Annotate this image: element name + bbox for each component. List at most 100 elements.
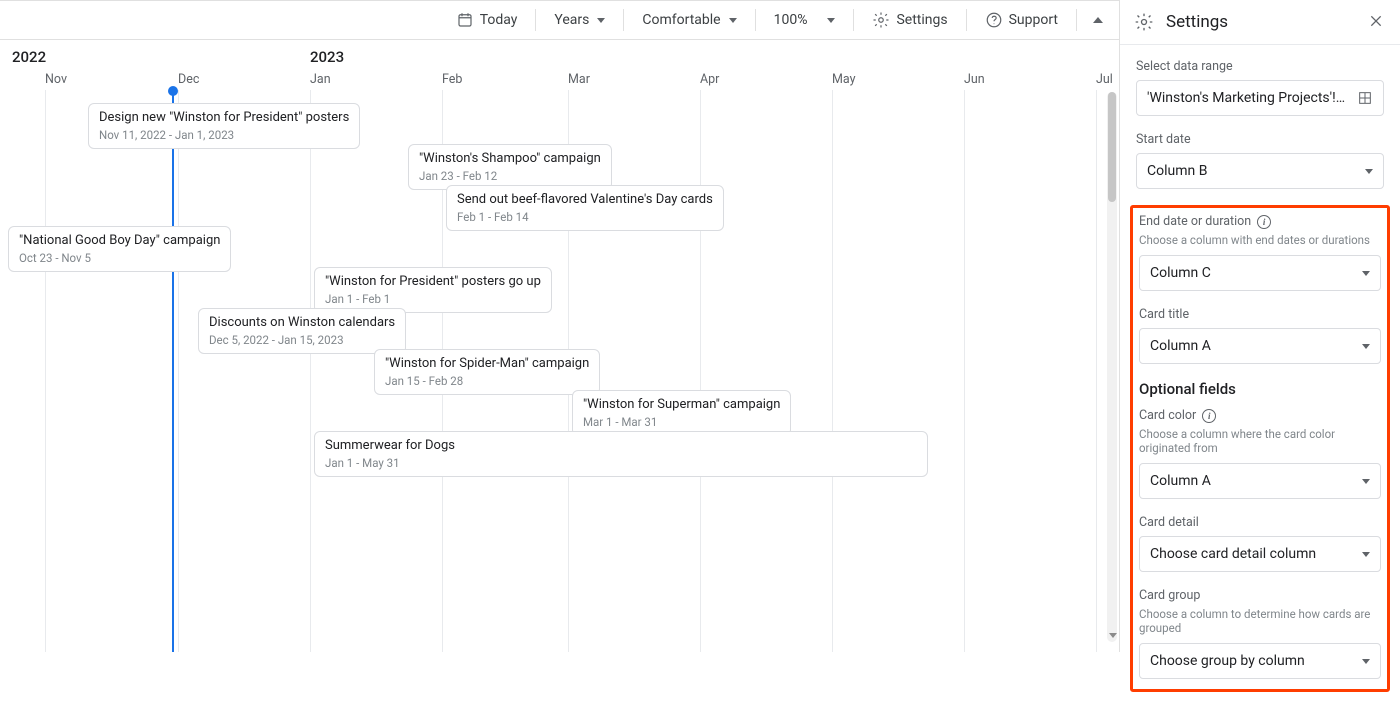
month-label: May bbox=[832, 72, 856, 87]
card-group-value: Choose group by column bbox=[1150, 653, 1305, 669]
card-color-label-text: Card color bbox=[1139, 408, 1196, 423]
card-title: "Winston for Spider-Man" campaign bbox=[385, 356, 589, 373]
info-icon[interactable] bbox=[1202, 409, 1216, 423]
info-icon[interactable] bbox=[1257, 215, 1271, 229]
toolbar-divider bbox=[623, 9, 624, 31]
calendar-today-icon bbox=[456, 11, 474, 29]
gridline bbox=[832, 90, 833, 652]
card-title: "Winston for Superman" campaign bbox=[583, 397, 780, 414]
settings-button[interactable]: Settings bbox=[862, 6, 957, 34]
card-dates: Jan 23 - Feb 12 bbox=[419, 169, 601, 184]
vertical-scrollbar[interactable] bbox=[1107, 92, 1117, 642]
caret-down-icon bbox=[1362, 659, 1370, 664]
data-range-input[interactable]: 'Winston's Marketing Projects'!A2: bbox=[1136, 80, 1384, 116]
caret-down-icon bbox=[1362, 552, 1370, 557]
gear-icon bbox=[1134, 12, 1154, 32]
timeline-card[interactable]: Summerwear for DogsJan 1 - May 31 bbox=[314, 431, 928, 477]
end-date-select[interactable]: Column C bbox=[1139, 255, 1381, 291]
timeline-card[interactable]: "Winston for Spider-Man" campaignJan 15 … bbox=[374, 349, 600, 395]
end-date-label: End date or duration bbox=[1139, 214, 1381, 229]
end-date-value: Column C bbox=[1150, 265, 1211, 281]
collapse-button[interactable] bbox=[1085, 6, 1111, 34]
card-group-field: Card group Choose a column to determine … bbox=[1139, 588, 1381, 679]
caret-down-icon bbox=[1362, 344, 1370, 349]
today-button[interactable]: Today bbox=[446, 6, 528, 34]
card-detail-select[interactable]: Choose card detail column bbox=[1139, 536, 1381, 572]
toolbar-divider bbox=[853, 9, 854, 31]
start-date-label: Start date bbox=[1136, 132, 1384, 147]
highlighted-settings-region: End date or duration Choose a column wit… bbox=[1130, 205, 1390, 692]
settings-label: Settings bbox=[896, 12, 947, 28]
month-label: Mar bbox=[568, 72, 590, 87]
card-title-field: Card title Column A bbox=[1139, 307, 1381, 364]
timeline-card[interactable]: Design new "Winston for President" poste… bbox=[88, 103, 360, 149]
close-button[interactable] bbox=[1368, 12, 1384, 32]
settings-header: Settings bbox=[1120, 0, 1400, 45]
card-dates: Dec 5, 2022 - Jan 15, 2023 bbox=[209, 333, 395, 348]
caret-down-icon bbox=[1365, 169, 1373, 174]
end-date-label-text: End date or duration bbox=[1139, 214, 1251, 229]
data-range-value: 'Winston's Marketing Projects'!A2: bbox=[1147, 90, 1349, 106]
scroll-thumb[interactable] bbox=[1108, 92, 1116, 202]
card-title: Design new "Winston for President" poste… bbox=[99, 110, 349, 127]
settings-title: Settings bbox=[1166, 12, 1356, 32]
month-label: Nov bbox=[45, 72, 67, 87]
month-label: Feb bbox=[442, 72, 462, 87]
timeline-card[interactable]: Send out beef-flavored Valentine's Day c… bbox=[446, 185, 724, 231]
help-icon bbox=[985, 11, 1003, 29]
density-select[interactable]: Comfortable bbox=[632, 6, 746, 34]
toolbar-divider bbox=[535, 9, 536, 31]
current-date-line bbox=[172, 90, 174, 652]
current-date-dot bbox=[168, 86, 178, 96]
close-icon bbox=[1368, 13, 1384, 29]
density-label: Comfortable bbox=[642, 12, 720, 28]
scroll-down-arrow-icon[interactable] bbox=[1109, 633, 1117, 639]
data-range-field: Select data range 'Winston's Marketing P… bbox=[1136, 59, 1384, 116]
card-dates: Mar 1 - Mar 31 bbox=[583, 415, 780, 430]
timeline-card[interactable]: "National Good Boy Day" campaignOct 23 -… bbox=[8, 226, 231, 272]
card-color-select[interactable]: Column A bbox=[1139, 463, 1381, 499]
timeline-view: 20222023 NovDecJanFebMarAprMayJunJul Des… bbox=[0, 40, 1119, 652]
gear-icon bbox=[872, 11, 890, 29]
timeline-card[interactable]: "Winston for Superman" campaignMar 1 - M… bbox=[572, 390, 791, 436]
card-title: Summerwear for Dogs bbox=[325, 438, 917, 455]
zoom-select[interactable]: 100% bbox=[764, 6, 846, 34]
card-dates: Nov 11, 2022 - Jan 1, 2023 bbox=[99, 128, 349, 143]
timeline-card[interactable]: Discounts on Winston calendarsDec 5, 202… bbox=[198, 308, 406, 354]
settings-panel: Settings Select data range 'Winston's Ma… bbox=[1119, 0, 1400, 652]
start-date-field: Start date Column B bbox=[1136, 132, 1384, 189]
zoom-label: 100% bbox=[774, 12, 808, 28]
chevron-up-icon bbox=[1093, 17, 1103, 23]
toolbar-divider bbox=[966, 9, 967, 31]
optional-fields-heading: Optional fields bbox=[1139, 380, 1381, 398]
gridline bbox=[964, 90, 965, 652]
timeline-card[interactable]: "Winston for President" posters go upJan… bbox=[314, 267, 552, 313]
toolbar-divider bbox=[755, 9, 756, 31]
card-title-label: Card title bbox=[1139, 307, 1381, 322]
start-date-select[interactable]: Column B bbox=[1136, 153, 1384, 189]
card-title-select[interactable]: Column A bbox=[1139, 328, 1381, 364]
support-label: Support bbox=[1009, 12, 1058, 28]
card-dates: Jan 15 - Feb 28 bbox=[385, 374, 589, 389]
settings-body: Select data range 'Winston's Marketing P… bbox=[1120, 45, 1400, 712]
year-label: 2023 bbox=[310, 48, 344, 66]
today-label: Today bbox=[480, 12, 518, 28]
gridline bbox=[45, 90, 46, 652]
gridline bbox=[178, 90, 179, 652]
start-date-value: Column B bbox=[1147, 163, 1207, 179]
month-label: Jul bbox=[1096, 72, 1113, 87]
card-title: "Winston's Shampoo" campaign bbox=[419, 151, 601, 168]
caret-down-icon bbox=[1362, 271, 1370, 276]
card-title: "Winston for President" posters go up bbox=[325, 274, 541, 291]
card-color-value: Column A bbox=[1150, 473, 1211, 489]
card-title-value: Column A bbox=[1150, 338, 1211, 354]
card-detail-field: Card detail Choose card detail column bbox=[1139, 515, 1381, 572]
card-dates: Feb 1 - Feb 14 bbox=[457, 210, 713, 225]
range-select[interactable]: Years bbox=[544, 6, 615, 34]
month-label: Jun bbox=[964, 72, 985, 87]
support-button[interactable]: Support bbox=[975, 6, 1068, 34]
card-detail-value: Choose card detail column bbox=[1150, 546, 1316, 562]
card-group-select[interactable]: Choose group by column bbox=[1139, 643, 1381, 679]
toolbar-divider bbox=[1076, 9, 1077, 31]
timeline-card[interactable]: "Winston's Shampoo" campaignJan 23 - Feb… bbox=[408, 144, 612, 190]
